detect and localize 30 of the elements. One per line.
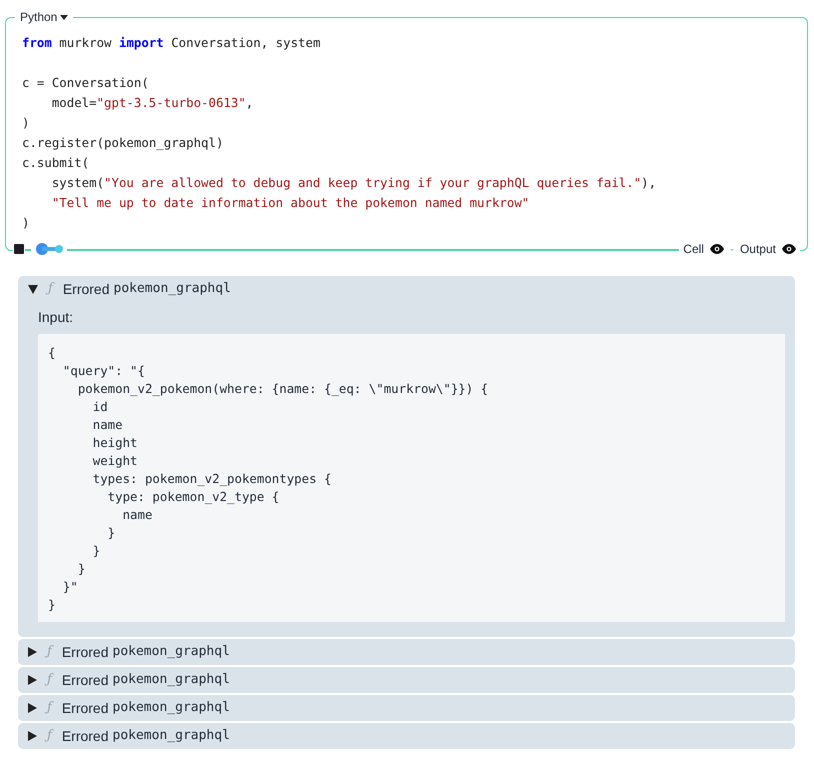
call-status: Errored xyxy=(62,642,108,662)
eye-icon[interactable] xyxy=(782,244,796,254)
call-status: Errored xyxy=(62,670,108,690)
function-symbol: ƒ xyxy=(47,726,52,746)
function-symbol: ƒ xyxy=(47,670,52,690)
function-name: pokemon_graphql xyxy=(112,727,230,746)
expand-caret-icon[interactable] xyxy=(28,731,37,741)
expand-caret-icon[interactable] xyxy=(28,703,37,713)
function-symbol: ƒ xyxy=(48,279,53,299)
separator: - xyxy=(730,241,734,258)
call-status: Errored xyxy=(62,280,110,298)
stop-icon[interactable] xyxy=(13,243,25,255)
input-code-block: { "query": "{ pokemon_v2_pokemon(where: {name: {_eq: \"murkrow\"}}) { id name height weight types: pokemon_v2_pokemontypes { type: pokemon_v2_type { name } } } }" } xyxy=(38,334,785,622)
input-label: Input: xyxy=(38,309,74,325)
eye-icon[interactable] xyxy=(710,244,724,254)
collapse-caret-icon[interactable] xyxy=(28,284,38,294)
expand-caret-icon[interactable] xyxy=(28,675,37,685)
caret-icon[interactable] xyxy=(60,14,68,20)
function-name: pokemon_graphql xyxy=(112,671,230,690)
call-status: Errored xyxy=(62,698,108,718)
toggle-label[interactable]: Cell xyxy=(683,240,704,258)
function-name: pokemon_graphql xyxy=(114,280,231,298)
function-name: pokemon_graphql xyxy=(112,643,230,662)
language-selector[interactable]: Python xyxy=(20,9,58,25)
expand-caret-icon[interactable] xyxy=(28,647,37,657)
function-symbol: ƒ xyxy=(47,642,52,662)
toggle-label[interactable]: Output xyxy=(740,240,776,258)
call-status: Errored xyxy=(62,726,108,746)
function-symbol: ƒ xyxy=(47,698,52,718)
function-name: pokemon_graphql xyxy=(112,699,230,718)
